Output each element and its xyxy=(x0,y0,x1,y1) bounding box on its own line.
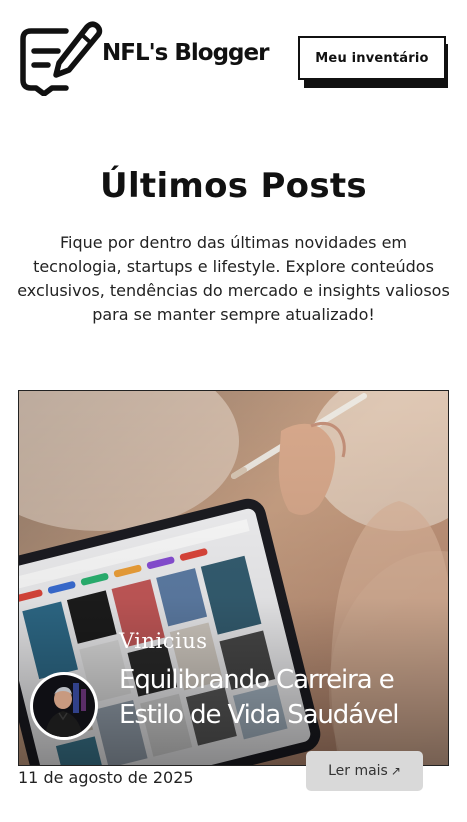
page-title: Últimos Posts xyxy=(100,166,367,206)
arrow-up-right-icon: ↗ xyxy=(390,764,401,778)
post-date: 11 de agosto de 2025 xyxy=(18,768,194,787)
post-author: Vinicius xyxy=(119,629,208,653)
inventory-button[interactable]: Meu inventário xyxy=(298,36,448,88)
author-photo xyxy=(33,675,95,737)
brand-name[interactable]: NFL's Blogger xyxy=(102,40,269,66)
site-header: NFL's Blogger Meu inventário xyxy=(0,0,467,110)
post-title[interactable]: Equilibrando Carreira e Estilo de Vida S… xyxy=(119,663,444,733)
author-avatar xyxy=(30,672,98,740)
read-more-button[interactable]: Ler mais ↗ xyxy=(306,751,423,791)
chat-pencil-icon[interactable] xyxy=(18,18,104,96)
page-intro: Fique por dentro das últimas novidades e… xyxy=(17,233,450,324)
read-more-label: Ler mais xyxy=(328,763,388,779)
inventory-button-label[interactable]: Meu inventário xyxy=(298,36,446,80)
